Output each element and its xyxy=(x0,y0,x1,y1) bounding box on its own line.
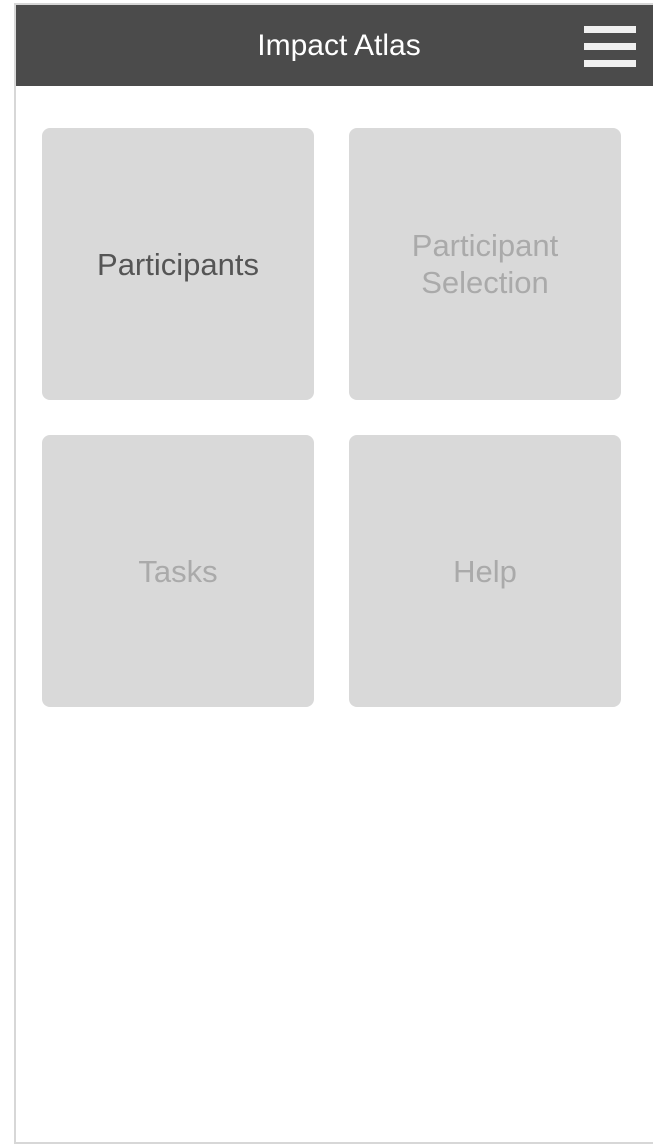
hamburger-menu-icon xyxy=(584,43,636,50)
tasks-tile[interactable]: Tasks xyxy=(42,435,314,707)
help-tile-label: Help xyxy=(453,553,517,589)
participants-tile[interactable]: Participants xyxy=(42,128,314,400)
hamburger-menu-button[interactable] xyxy=(584,26,636,68)
help-tile[interactable]: Help xyxy=(349,435,621,707)
hamburger-menu-icon xyxy=(584,60,636,67)
participants-tile-label: Participants xyxy=(97,246,259,282)
app-frame: Impact Atlas Participants Participant Se… xyxy=(14,3,653,1144)
top-app-bar: Impact Atlas xyxy=(16,5,653,86)
participant-selection-tile-label: Participant Selection xyxy=(411,228,559,300)
page-title: Impact Atlas xyxy=(257,29,421,62)
participant-selection-tile[interactable]: Participant Selection xyxy=(349,128,621,400)
tasks-tile-label: Tasks xyxy=(138,553,218,589)
hamburger-menu-icon xyxy=(584,26,636,33)
